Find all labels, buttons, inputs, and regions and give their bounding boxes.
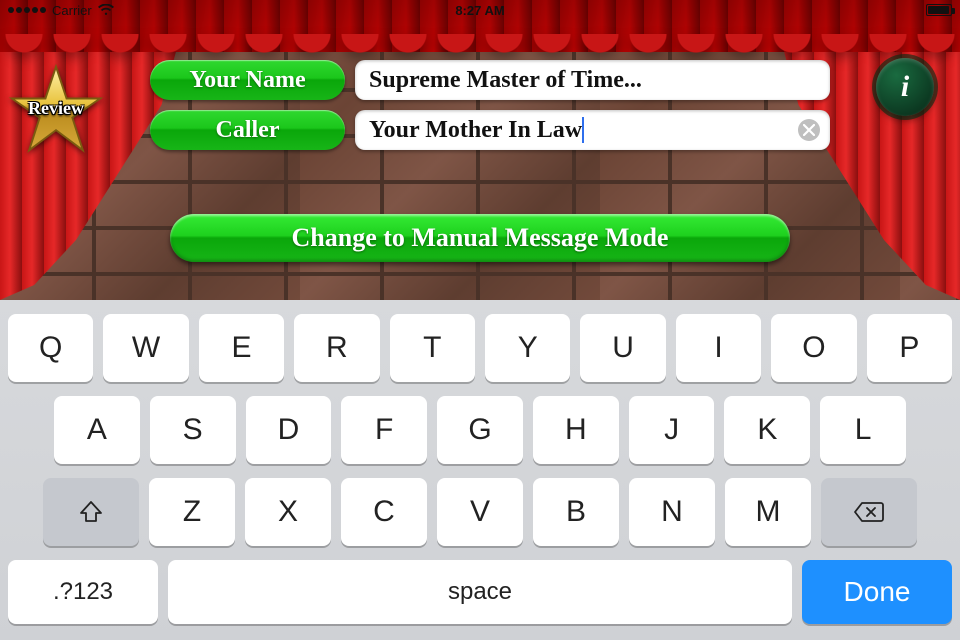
row-caller: Caller	[150, 110, 830, 150]
close-icon	[803, 124, 815, 136]
symbols-key[interactable]: .?123	[8, 560, 158, 624]
review-label: Review	[28, 98, 84, 119]
review-button[interactable]: Review	[6, 60, 106, 160]
your-name-input-wrap[interactable]	[355, 60, 830, 100]
carrier-label: Carrier	[52, 3, 92, 18]
keyboard-row-3: ZXCVBNM	[8, 478, 952, 546]
status-left: Carrier	[8, 3, 114, 18]
space-key[interactable]: space	[168, 560, 792, 624]
done-key[interactable]: Done	[802, 560, 952, 624]
keyboard-row-4: .?123 space Done	[8, 560, 952, 624]
key-s[interactable]: S	[150, 396, 236, 464]
signal-icon	[8, 7, 46, 13]
clear-button[interactable]	[798, 119, 820, 141]
key-y[interactable]: Y	[485, 314, 570, 382]
key-b[interactable]: B	[533, 478, 619, 546]
key-o[interactable]: O	[771, 314, 856, 382]
shift-key[interactable]	[43, 478, 139, 546]
battery-icon	[926, 4, 952, 16]
key-p[interactable]: P	[867, 314, 952, 382]
status-bar: Carrier 8:27 AM	[0, 0, 960, 20]
backspace-key[interactable]	[821, 478, 917, 546]
key-c[interactable]: C	[341, 478, 427, 546]
key-a[interactable]: A	[54, 396, 140, 464]
info-icon: i	[901, 70, 909, 104]
key-l[interactable]: L	[820, 396, 906, 464]
info-button[interactable]: i	[876, 58, 934, 116]
key-t[interactable]: T	[390, 314, 475, 382]
key-d[interactable]: D	[246, 396, 332, 464]
key-e[interactable]: E	[199, 314, 284, 382]
caller-input[interactable]	[369, 110, 790, 150]
change-mode-label: Change to Manual Message Mode	[292, 223, 669, 253]
key-i[interactable]: I	[676, 314, 761, 382]
key-v[interactable]: V	[437, 478, 523, 546]
form: Your Name Caller	[150, 60, 830, 150]
row-your-name: Your Name	[150, 60, 830, 100]
status-right	[926, 4, 952, 16]
change-mode-button[interactable]: Change to Manual Message Mode	[170, 214, 790, 262]
keyboard: QWERTYUIOP ASDFGHJKL ZXCVBNM .?123 space…	[0, 300, 960, 640]
key-x[interactable]: X	[245, 478, 331, 546]
key-j[interactable]: J	[629, 396, 715, 464]
key-h[interactable]: H	[533, 396, 619, 464]
caller-input-wrap[interactable]	[355, 110, 830, 150]
your-name-label: Your Name	[150, 60, 345, 100]
key-k[interactable]: K	[724, 396, 810, 464]
key-w[interactable]: W	[103, 314, 188, 382]
keyboard-row-2: ASDFGHJKL	[8, 396, 952, 464]
clock: 8:27 AM	[455, 3, 504, 18]
key-u[interactable]: U	[580, 314, 665, 382]
wifi-icon	[98, 4, 114, 16]
key-r[interactable]: R	[294, 314, 379, 382]
shift-icon	[78, 499, 104, 525]
text-caret	[582, 117, 584, 143]
key-g[interactable]: G	[437, 396, 523, 464]
your-name-input[interactable]	[369, 60, 790, 100]
backspace-icon	[853, 500, 885, 524]
caller-label: Caller	[150, 110, 345, 150]
keyboard-row-1: QWERTYUIOP	[8, 314, 952, 382]
key-q[interactable]: Q	[8, 314, 93, 382]
key-m[interactable]: M	[725, 478, 811, 546]
key-f[interactable]: F	[341, 396, 427, 464]
key-z[interactable]: Z	[149, 478, 235, 546]
key-n[interactable]: N	[629, 478, 715, 546]
